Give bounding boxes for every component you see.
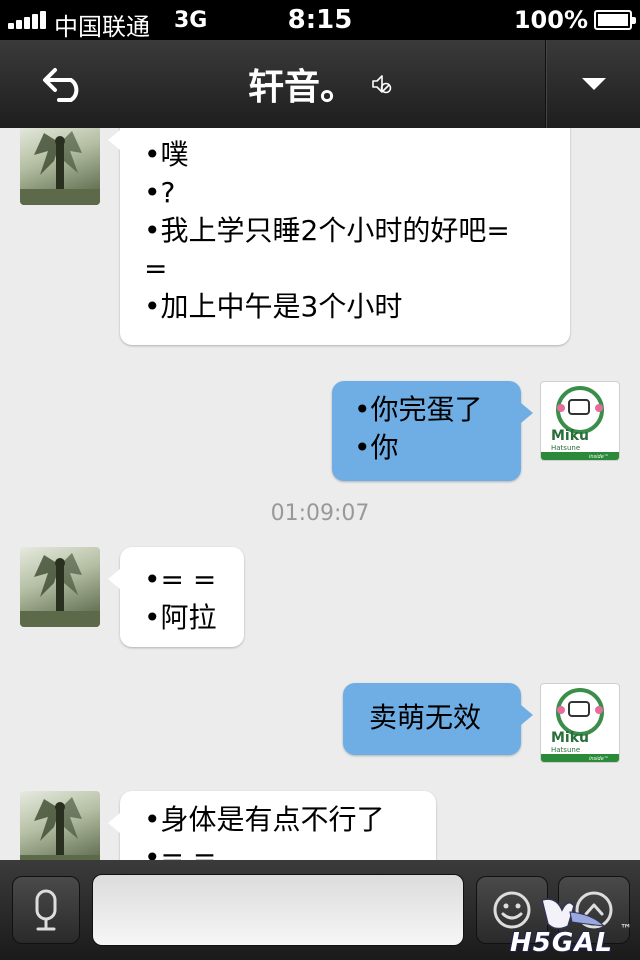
message-timestamp: 01:09:07: [270, 501, 370, 526]
message-input[interactable]: [92, 874, 464, 946]
message-bubble[interactable]: •= = •阿拉: [108, 547, 244, 647]
battery-percentage: 100%: [513, 6, 588, 34]
winged-figure-icon: [20, 797, 100, 860]
miku-logo-icon: Miku Hatsune inside™: [541, 386, 619, 460]
winged-figure-icon: [20, 553, 100, 627]
status-bar: 中国联通 3G 8:15 100%: [0, 0, 640, 41]
message-line: •阿拉: [144, 601, 217, 634]
watermark-tm: ™: [620, 922, 632, 936]
message-bubble[interactable]: •噗 •? •我上学只睡2个小时的好吧= = •加上中午是3个小时: [108, 128, 570, 345]
dropdown-triangle-icon: [582, 78, 606, 90]
back-arrow-icon: [43, 68, 79, 102]
message-bubble[interactable]: 卖萌无效: [343, 683, 533, 755]
message-line: •= =: [144, 563, 217, 596]
self-avatar[interactable]: Miku Hatsune inside™: [540, 683, 620, 763]
logo-text: Miku: [551, 730, 589, 746]
contact-avatar[interactable]: [20, 547, 100, 627]
logo-tag: inside™: [589, 454, 609, 460]
nav-bar: 轩音。: [0, 40, 640, 128]
watermark-text: H5GAL: [510, 928, 613, 958]
logo-subtext: Hatsune: [551, 444, 580, 452]
chat-title: 轩音。: [247, 67, 356, 108]
message-line: =: [144, 252, 168, 285]
message-line: •?: [144, 176, 176, 209]
message-line: •你完蛋了: [354, 393, 483, 426]
message-bubble[interactable]: •身体是有点不行了 •= =: [108, 791, 436, 860]
nav-title-group: 轩音。: [120, 40, 520, 128]
miku-logo-icon: Miku Hatsune inside™: [541, 688, 619, 762]
self-avatar[interactable]: Miku Hatsune inside™: [540, 381, 620, 461]
voice-input-button[interactable]: [12, 876, 80, 944]
menu-dropdown-button[interactable]: [548, 40, 640, 128]
message-line: •你: [354, 431, 399, 464]
microphone-icon: [35, 889, 57, 931]
message-line: 卖萌无效: [369, 701, 482, 734]
message-line: •身体是有点不行了: [144, 803, 385, 836]
message-line: •= =: [144, 841, 217, 860]
message-line: •加上中午是3个小时: [144, 290, 403, 323]
battery-icon: [594, 10, 636, 30]
chat-area[interactable]: •噗 •? •我上学只睡2个小时的好吧= = •加上中午是3个小时 •你完蛋了 …: [0, 128, 640, 860]
message-bubble[interactable]: •你完蛋了 •你: [332, 381, 533, 481]
contact-avatar[interactable]: [20, 128, 100, 205]
logo-tag: inside™: [589, 756, 609, 762]
message-line: •噗: [144, 138, 189, 171]
logo-text: Miku: [551, 428, 589, 444]
logo-subtext: Hatsune: [551, 746, 580, 754]
winged-figure-icon: [20, 131, 100, 205]
nav-divider: [545, 40, 547, 128]
back-button[interactable]: [30, 58, 100, 110]
mute-icon: [372, 75, 392, 94]
message-line: •我上学只睡2个小时的好吧=: [144, 214, 510, 247]
contact-avatar[interactable]: [20, 791, 100, 860]
